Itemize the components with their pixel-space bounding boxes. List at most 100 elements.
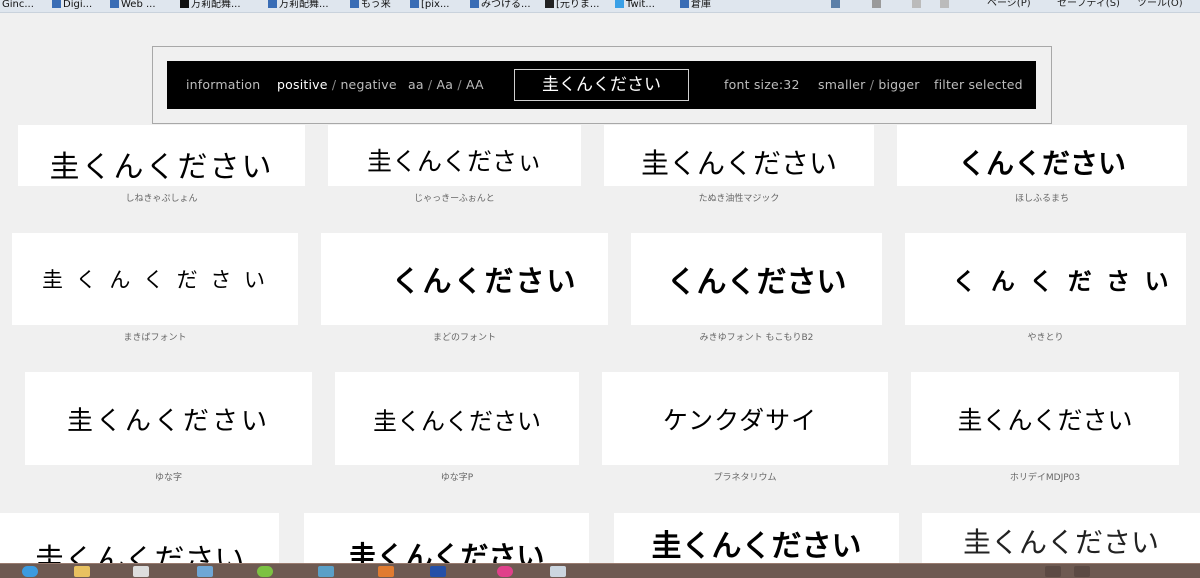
- font-name[interactable]: じゃっきーふぉんと: [328, 191, 581, 204]
- font-card[interactable]: くんください: [897, 125, 1187, 186]
- capitalized-option[interactable]: Aa: [437, 77, 454, 92]
- bookmark-item[interactable]: 倉庫: [680, 0, 711, 10]
- twitter-icon: [615, 0, 624, 8]
- font-name[interactable]: ほしふるまち: [897, 191, 1187, 204]
- bookmark-item[interactable]: Twit...: [615, 0, 655, 10]
- smaller-button[interactable]: smaller: [818, 77, 866, 92]
- bookmark-label: もう来: [361, 0, 391, 10]
- font-sample: くんください: [391, 264, 578, 298]
- bookmark-item[interactable]: みつける...: [470, 0, 531, 10]
- separator: /: [457, 77, 462, 92]
- bookmark-label: 万莉配舞...: [279, 0, 329, 10]
- app-icon[interactable]: [430, 566, 446, 577]
- font-card[interactable]: く ん く だ さ い: [905, 233, 1186, 325]
- separator: /: [427, 77, 433, 92]
- font-name[interactable]: やきとり: [905, 330, 1186, 343]
- bookmark-label: Ginc...: [2, 0, 34, 10]
- page-icon: [52, 0, 61, 8]
- font-card[interactable]: 圭くんください: [18, 125, 305, 186]
- font-name[interactable]: みきゆフォント もこもりB2: [631, 330, 882, 343]
- information-link[interactable]: information: [186, 77, 260, 92]
- font-sample: 圭くんください: [34, 543, 245, 565]
- bookmark-item[interactable]: 万莉配舞...: [268, 0, 329, 10]
- font-name[interactable]: たぬき油性マジック: [604, 191, 874, 204]
- font-card[interactable]: 圭くんくださぃ: [328, 125, 581, 186]
- bookmark-item[interactable]: [元りま...: [545, 0, 599, 10]
- font-sample: 圭 く ん く だ さ い: [41, 268, 269, 292]
- font-card[interactable]: くんください: [321, 233, 608, 325]
- font-card[interactable]: 圭くんください: [922, 513, 1200, 565]
- browser-favorites-bar: Ginc... Digi... Web ... 万莉配舞... 万莉配舞... …: [0, 0, 1200, 13]
- bookmark-item[interactable]: Web ...: [110, 0, 156, 10]
- page-menu[interactable]: ページ(P): [987, 0, 1031, 9]
- font-sample: 圭くんください: [66, 406, 270, 436]
- page-icon: [470, 0, 479, 8]
- start-icon[interactable]: [22, 566, 38, 577]
- font-sample: ケンクダサイ: [662, 405, 818, 435]
- tray-icon[interactable]: [1074, 566, 1090, 577]
- font-card[interactable]: 圭くんください: [335, 372, 579, 465]
- tools-menu[interactable]: ツール(O): [1137, 0, 1183, 9]
- font-card[interactable]: 圭くんください: [25, 372, 312, 465]
- font-card[interactable]: くんください: [631, 233, 882, 325]
- bookmark-item[interactable]: Ginc...: [2, 0, 34, 10]
- separator: /: [331, 77, 337, 92]
- app-icon[interactable]: [133, 566, 149, 577]
- font-sample: 圭くんください: [957, 405, 1133, 435]
- app-icon[interactable]: [197, 566, 213, 577]
- bookmark-label: 万莉配舞...: [191, 0, 241, 10]
- print-icon[interactable]: [940, 0, 949, 8]
- uppercase-option[interactable]: AA: [466, 77, 484, 92]
- font-name[interactable]: まきばフォント: [12, 330, 298, 343]
- font-name[interactable]: ゆな字P: [335, 470, 579, 483]
- page-icon: [680, 0, 689, 8]
- font-sample: 圭くんくださぃ: [366, 147, 542, 176]
- bookmark-label: [pix...: [421, 0, 450, 10]
- bookmark-item[interactable]: もう来: [350, 0, 391, 10]
- itunes-icon[interactable]: [497, 566, 513, 577]
- filter-selected-button[interactable]: filter selected: [934, 77, 1023, 92]
- bookmark-item[interactable]: 万莉配舞...: [180, 0, 241, 10]
- negative-option[interactable]: negative: [340, 77, 396, 92]
- bigger-button[interactable]: bigger: [878, 77, 919, 92]
- font-sample: くんください: [957, 147, 1126, 180]
- font-card[interactable]: 圭 く ん く だ さ い: [12, 233, 298, 325]
- font-name[interactable]: ホリデイMDJP03: [911, 470, 1179, 483]
- font-name[interactable]: ゆな字: [25, 470, 312, 483]
- font-card[interactable]: 圭くんください: [0, 513, 279, 565]
- font-name[interactable]: プラネタリウム: [602, 470, 888, 483]
- font-card[interactable]: 圭くんください: [614, 513, 899, 565]
- app-icon[interactable]: [318, 566, 334, 577]
- bookmark-label: Web ...: [121, 0, 156, 10]
- font-sample: 圭くんください: [651, 529, 862, 564]
- mail-icon[interactable]: [912, 0, 921, 8]
- lowercase-option[interactable]: aa: [408, 77, 424, 92]
- font-card[interactable]: 圭くんください: [304, 513, 589, 565]
- font-card[interactable]: ケンクダサイ: [602, 372, 888, 465]
- sample-text-input[interactable]: 圭くんください: [514, 69, 689, 101]
- font-card[interactable]: 圭くんください: [911, 372, 1179, 465]
- app-icon[interactable]: [378, 566, 394, 577]
- folder-icon[interactable]: [74, 566, 90, 577]
- font-size-label: font size:32: [724, 77, 800, 92]
- feeds-icon[interactable]: [872, 0, 881, 8]
- font-sample: 圭くんください: [49, 150, 274, 185]
- case-toggle: aa / Aa / AA: [408, 77, 484, 92]
- app-icon[interactable]: [257, 566, 273, 577]
- font-sample: く ん く だ さ い: [952, 267, 1169, 296]
- bookmark-label: Twit...: [626, 0, 655, 10]
- font-sample: くんください: [666, 265, 847, 300]
- font-sample: 圭くんください: [962, 526, 1159, 559]
- tray-icon[interactable]: [1045, 566, 1061, 577]
- font-name[interactable]: しねきゃぷしょん: [18, 191, 305, 204]
- bookmark-label: Digi...: [63, 0, 93, 10]
- app-icon[interactable]: [550, 566, 566, 577]
- bookmark-item[interactable]: Digi...: [52, 0, 93, 10]
- font-name[interactable]: まどのフォント: [321, 330, 608, 343]
- font-card[interactable]: 圭くんください: [604, 125, 874, 186]
- font-toolbar: information positive / negative aa / Aa …: [167, 61, 1036, 109]
- bookmark-item[interactable]: [pix...: [410, 0, 450, 10]
- positive-option[interactable]: positive: [277, 77, 328, 92]
- home-icon[interactable]: [831, 0, 840, 8]
- safety-menu[interactable]: セーフティ(S): [1057, 0, 1120, 9]
